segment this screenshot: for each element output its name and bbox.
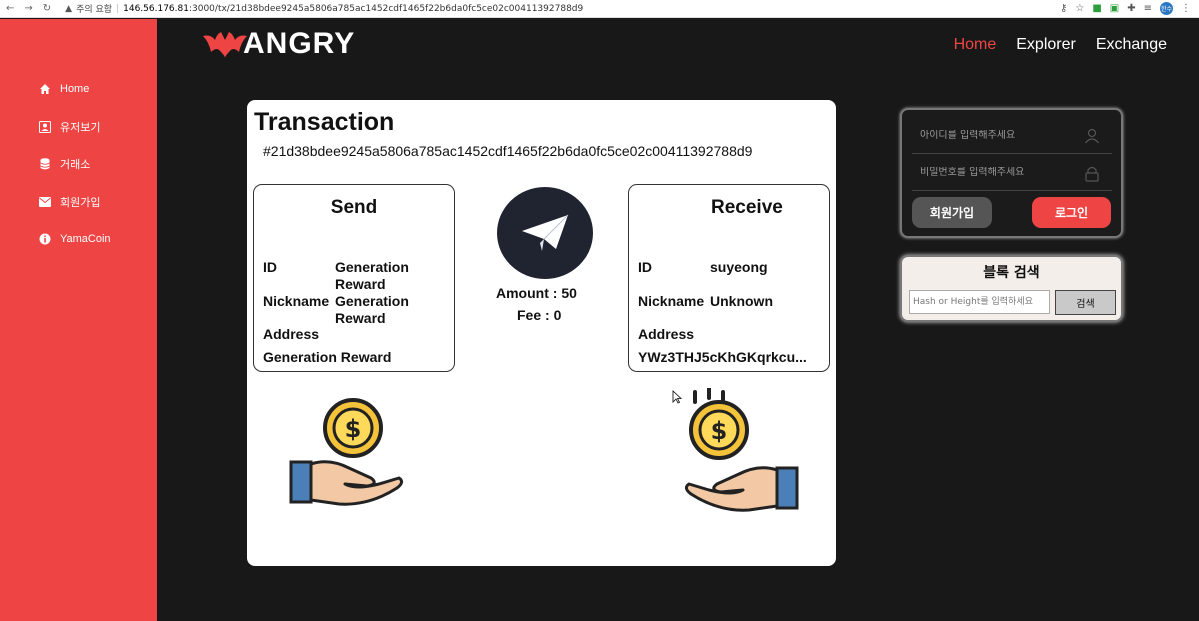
login-panel: 회원가입 로그인 [900, 108, 1123, 238]
reload-icon[interactable]: ↻ [43, 3, 51, 14]
send-address-label: Address [263, 326, 320, 342]
bat-logo-icon [203, 32, 247, 58]
sidebar: Home 유저보기 거래소 회원가입 YamaCoin [0, 19, 157, 621]
svg-text:$: $ [711, 417, 728, 445]
search-button[interactable]: 검색 [1055, 290, 1116, 315]
receiving-coin-hand-icon: $ [684, 388, 799, 512]
pw-field-wrapper [912, 155, 1112, 191]
transaction-hash: #21d38bdee9245a5806a785ac1452cdf1465f22b… [263, 143, 753, 159]
url-host: 146.56.176.81 [123, 3, 189, 14]
svg-text:$: $ [345, 415, 362, 443]
send-panel: Send ID Generation Reward Nickname Gener… [253, 184, 455, 372]
id-field-wrapper [912, 118, 1112, 154]
key-icon[interactable]: ⚷ [1060, 3, 1067, 14]
address-bar[interactable]: ▲ 주의 요함 | 146.56.176.81:3000/tx/21d38bde… [65, 2, 584, 16]
block-search-title: 블록 검색 [983, 265, 1040, 281]
signup-button[interactable]: 회원가입 [912, 197, 992, 228]
sidebar-item-label: 거래소 [60, 159, 91, 171]
logo-text: ANGRY [243, 27, 356, 60]
sidebar-item-yamacoin[interactable]: YamaCoin [38, 232, 111, 245]
send-nickname-label: Nickname [263, 293, 330, 309]
user-icon [38, 121, 51, 134]
nav-explorer[interactable]: Explorer [1016, 36, 1076, 54]
transaction-card: Transaction #21d38bdee9245a5806a785ac145… [247, 100, 836, 566]
paper-plane-icon [497, 187, 593, 279]
send-heading: Send [330, 197, 378, 218]
lock-icon [1085, 166, 1099, 182]
reading-list-icon[interactable]: ≡ [1144, 3, 1152, 14]
sidebar-item-label: YamaCoin [60, 232, 111, 245]
page-title: Transaction [254, 108, 395, 136]
fee-text: Fee : 0 [517, 307, 562, 323]
warning-icon: ▲ [65, 3, 73, 14]
sidebar-item-home[interactable]: Home [38, 82, 89, 95]
send-address-value: Generation Reward [263, 349, 392, 365]
receive-id-label: ID [638, 259, 652, 275]
receive-id-value: suyeong [710, 259, 768, 275]
receive-address-value: YWz3THJ5cKhGKqrkcu... [638, 349, 807, 365]
giving-coin-hand-icon: $ [289, 398, 404, 506]
extension-icon[interactable]: ■ [1092, 3, 1101, 14]
sidebar-item-label: 회원가입 [60, 197, 101, 209]
puzzle-icon[interactable]: ✚ [1127, 3, 1135, 14]
forward-icon[interactable]: → [24, 3, 32, 14]
amount-text: Amount : 50 [496, 285, 577, 301]
receive-panel: Receive ID suyeong Nickname Unknown Addr… [628, 184, 830, 372]
sidebar-item-label: 유저보기 [60, 122, 101, 134]
browser-toolbar: ← → ↻ ▲ 주의 요함 | 146.56.176.81:3000/tx/21… [0, 0, 1199, 18]
receive-address-label: Address [638, 326, 695, 342]
sidebar-item-exchange[interactable]: 거래소 [38, 156, 90, 172]
sidebar-item-signup[interactable]: 회원가입 [38, 194, 100, 210]
home-icon [38, 82, 51, 95]
receive-heading: Receive [711, 197, 783, 218]
password-input[interactable] [912, 167, 1072, 178]
user-icon [1085, 128, 1099, 144]
top-nav: Home Explorer Exchange [954, 36, 1167, 54]
brand-logo[interactable]: ANGRY [203, 27, 355, 61]
back-icon[interactable]: ← [6, 3, 14, 14]
menu-icon[interactable]: ⋮ [1181, 3, 1191, 14]
extension-icon[interactable]: ▣ [1110, 3, 1119, 14]
send-id-label: ID [263, 259, 277, 275]
database-icon [38, 158, 51, 171]
receive-nickname-label: Nickname [638, 293, 705, 309]
sidebar-item-users[interactable]: 유저보기 [38, 119, 100, 135]
envelope-icon [38, 196, 51, 209]
sidebar-item-label: Home [60, 82, 90, 95]
send-nickname-value: Generation Reward [335, 293, 409, 326]
id-input[interactable] [912, 130, 1072, 141]
block-search-panel: 블록 검색 검색 [900, 255, 1123, 322]
login-button[interactable]: 로그인 [1032, 197, 1111, 228]
info-icon [38, 232, 51, 245]
url-path: :3000/tx/21d38bdee9245a5806a785ac1452cdf… [188, 3, 584, 14]
block-search-input[interactable] [909, 290, 1050, 314]
receive-nickname-value: Unknown [710, 293, 773, 309]
star-icon[interactable]: ☆ [1075, 3, 1084, 14]
profile-avatar[interactable]: 한수 [1160, 2, 1173, 15]
send-id-value: Generation Reward [335, 259, 409, 292]
security-warning: 주의 요함 [76, 5, 113, 15]
nav-exchange[interactable]: Exchange [1096, 36, 1167, 54]
mouse-cursor-icon [672, 390, 682, 404]
nav-home[interactable]: Home [954, 36, 997, 54]
